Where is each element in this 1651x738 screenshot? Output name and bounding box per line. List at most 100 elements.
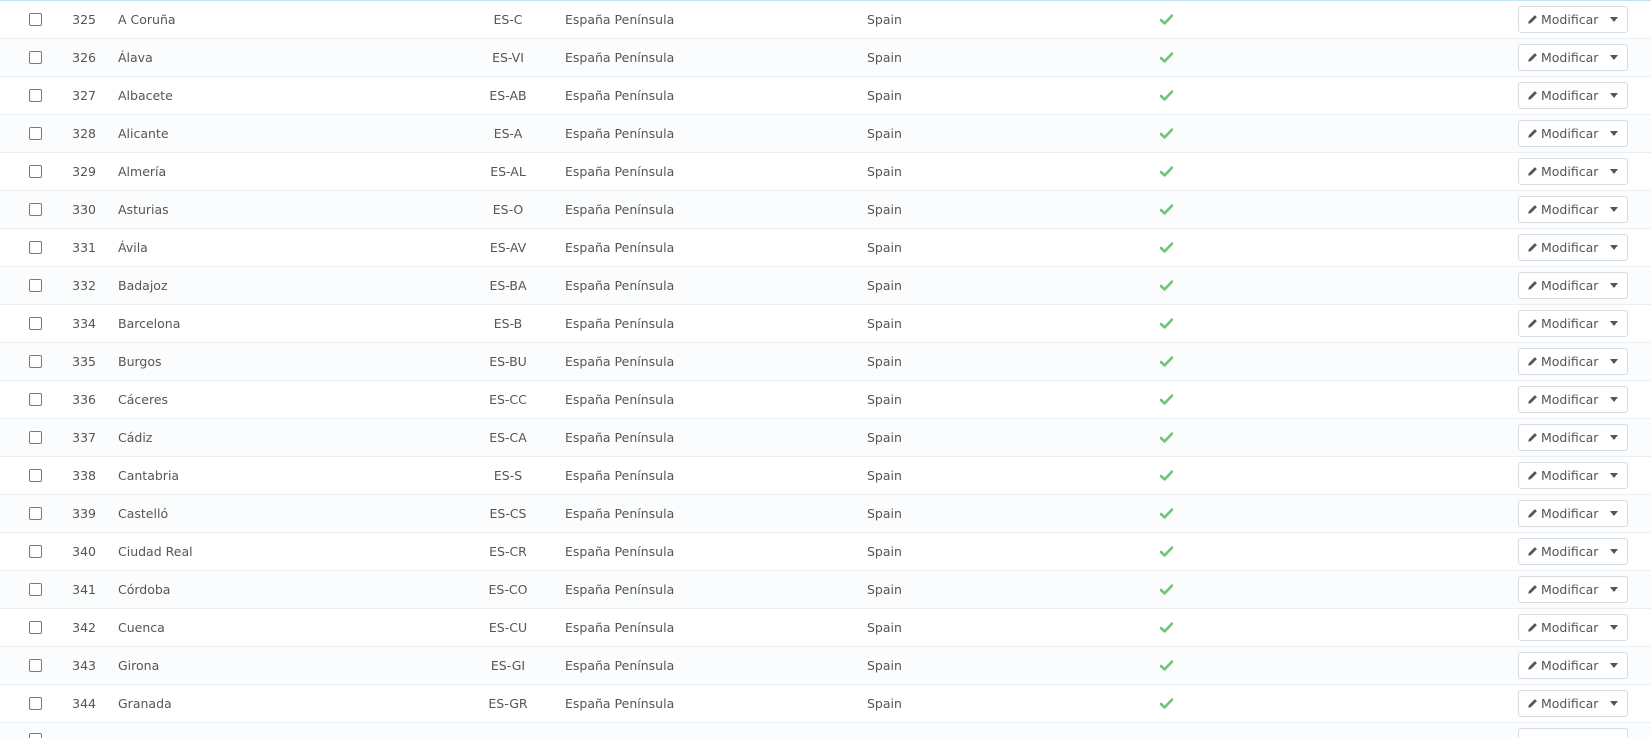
- state-enabled-status[interactable]: [1155, 1, 1177, 38]
- actions-dropdown-toggle[interactable]: [1601, 311, 1627, 336]
- actions-dropdown-toggle[interactable]: [1601, 615, 1627, 640]
- edit-button[interactable]: Modificar: [1519, 425, 1604, 450]
- row-select-cell: [29, 1, 43, 38]
- state-id: 334: [72, 316, 96, 331]
- row-checkbox[interactable]: [29, 431, 42, 444]
- state-enabled-status[interactable]: [1155, 381, 1177, 418]
- row-checkbox[interactable]: [29, 355, 42, 368]
- row-actions: Modificar: [1518, 229, 1630, 266]
- state-enabled-status[interactable]: [1155, 229, 1177, 266]
- row-checkbox[interactable]: [29, 89, 42, 102]
- row-checkbox[interactable]: [29, 583, 42, 596]
- edit-button[interactable]: Modificar: [1519, 387, 1604, 412]
- actions-dropdown-toggle[interactable]: [1601, 463, 1627, 488]
- state-country: Spain: [867, 202, 902, 217]
- row-checkbox[interactable]: [29, 733, 42, 738]
- actions-dropdown-toggle[interactable]: [1601, 83, 1627, 108]
- edit-button[interactable]: Modificar: [1519, 197, 1604, 222]
- check-icon: [1159, 52, 1173, 63]
- actions-dropdown-toggle[interactable]: [1601, 45, 1627, 70]
- edit-button[interactable]: Modificar: [1519, 349, 1604, 374]
- edit-button[interactable]: Modificar: [1519, 159, 1604, 184]
- actions-dropdown-toggle[interactable]: [1601, 235, 1627, 260]
- state-enabled-status[interactable]: [1155, 419, 1177, 456]
- edit-button[interactable]: Modificar: [1519, 501, 1604, 526]
- row-checkbox[interactable]: [29, 621, 42, 634]
- state-name: Almería: [118, 164, 167, 179]
- state-enabled-status[interactable]: [1155, 495, 1177, 532]
- edit-button[interactable]: Modificar: [1519, 235, 1604, 260]
- edit-button[interactable]: Modificar: [1519, 463, 1604, 488]
- state-enabled-status[interactable]: [1155, 609, 1177, 646]
- state-enabled-status[interactable]: [1155, 191, 1177, 228]
- row-checkbox[interactable]: [29, 393, 42, 406]
- action-button-group: Modificar: [1518, 348, 1628, 375]
- actions-dropdown-toggle[interactable]: [1601, 121, 1627, 146]
- caret-down-icon: [1610, 473, 1618, 478]
- actions-dropdown-toggle[interactable]: [1601, 501, 1627, 526]
- state-enabled-status[interactable]: [1155, 77, 1177, 114]
- actions-dropdown-toggle[interactable]: [1601, 349, 1627, 374]
- actions-dropdown-toggle[interactable]: [1601, 197, 1627, 222]
- row-checkbox[interactable]: [29, 317, 42, 330]
- actions-dropdown-toggle[interactable]: [1601, 7, 1627, 32]
- edit-button[interactable]: Modificar: [1519, 615, 1604, 640]
- row-checkbox[interactable]: [29, 469, 42, 482]
- row-actions: Modificar: [1518, 495, 1630, 532]
- state-enabled-status[interactable]: [1155, 267, 1177, 304]
- action-button-group: Modificar: [1518, 196, 1628, 223]
- row-checkbox[interactable]: [29, 203, 42, 216]
- row-checkbox[interactable]: [29, 51, 42, 64]
- edit-button[interactable]: Modificar: [1519, 311, 1604, 336]
- edit-button[interactable]: Modificar: [1519, 653, 1604, 678]
- caret-down-icon: [1610, 169, 1618, 174]
- row-checkbox[interactable]: [29, 697, 42, 710]
- state-enabled-status[interactable]: [1155, 343, 1177, 380]
- caret-down-icon: [1610, 245, 1618, 250]
- pencil-icon: [1528, 547, 1537, 556]
- row-checkbox[interactable]: [29, 165, 42, 178]
- edit-button[interactable]: Modificar: [1519, 121, 1604, 146]
- actions-dropdown-toggle[interactable]: [1601, 425, 1627, 450]
- state-enabled-status[interactable]: [1155, 115, 1177, 152]
- state-enabled-status[interactable]: [1155, 571, 1177, 608]
- edit-button[interactable]: Modificar: [1519, 539, 1604, 564]
- actions-dropdown-toggle[interactable]: [1601, 577, 1627, 602]
- state-enabled-status[interactable]: [1155, 457, 1177, 494]
- edit-button[interactable]: Modificar: [1519, 45, 1604, 70]
- row-checkbox[interactable]: [29, 13, 42, 26]
- state-country: Spain: [867, 278, 902, 293]
- state-name: Asturias: [118, 202, 169, 217]
- row-checkbox[interactable]: [29, 241, 42, 254]
- state-enabled-status[interactable]: [1155, 305, 1177, 342]
- actions-dropdown-toggle[interactable]: [1601, 539, 1627, 564]
- state-enabled-status[interactable]: [1155, 647, 1177, 684]
- state-name: Granada: [118, 696, 172, 711]
- actions-dropdown-toggle[interactable]: [1601, 273, 1627, 298]
- row-checkbox[interactable]: [29, 507, 42, 520]
- row-checkbox[interactable]: [29, 127, 42, 140]
- check-icon: [1159, 394, 1173, 405]
- table-row: 343 Girona ES-GI España Península Spain …: [0, 647, 1651, 685]
- row-checkbox[interactable]: [29, 659, 42, 672]
- actions-dropdown-toggle[interactable]: [1601, 691, 1627, 716]
- state-enabled-status[interactable]: [1155, 153, 1177, 190]
- actions-dropdown-toggle[interactable]: [1601, 159, 1627, 184]
- state-name: Cáceres: [118, 392, 169, 407]
- actions-dropdown-toggle[interactable]: [1601, 387, 1627, 412]
- edit-button[interactable]: Modificar: [1519, 83, 1604, 108]
- edit-button[interactable]: Modificar: [1519, 577, 1604, 602]
- row-actions: Modificar: [1518, 39, 1630, 76]
- table-row: 342 Cuenca ES-CU España Península Spain …: [0, 609, 1651, 647]
- state-enabled-status[interactable]: [1155, 685, 1177, 722]
- row-checkbox[interactable]: [29, 279, 42, 292]
- row-checkbox[interactable]: [29, 545, 42, 558]
- state-enabled-status[interactable]: [1155, 39, 1177, 76]
- edit-button[interactable]: Modificar: [1519, 7, 1604, 32]
- state-country: Spain: [867, 12, 902, 27]
- row-select-cell: [29, 723, 43, 738]
- edit-button[interactable]: Modificar: [1519, 691, 1604, 716]
- state-enabled-status[interactable]: [1155, 533, 1177, 570]
- actions-dropdown-toggle[interactable]: [1601, 653, 1627, 678]
- edit-button[interactable]: Modificar: [1519, 273, 1604, 298]
